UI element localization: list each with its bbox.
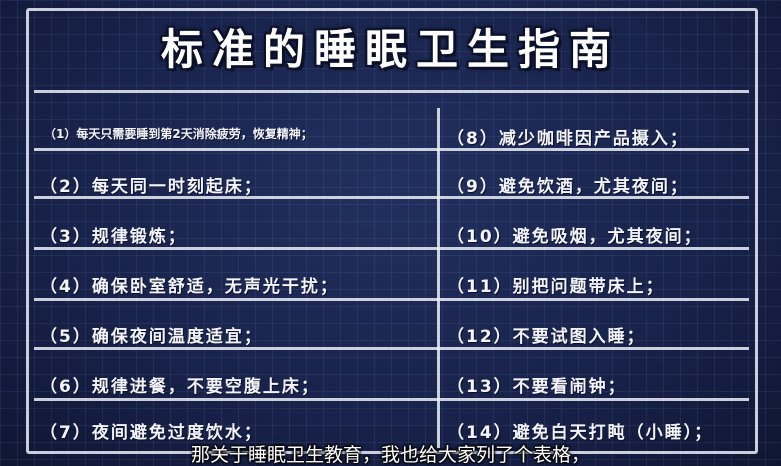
table-rule [34,398,749,401]
column-divider [437,108,440,448]
guideline-item: （6）规律进餐，不要空腹上床； [40,377,320,397]
blackboard-slide: 标准的睡眠卫生指南 （1）每天只需要睡到第2天消除疲劳，恢复精神； （2）每天同… [0,0,781,466]
guideline-item: （5）确保夜间温度适宜； [40,327,263,347]
guideline-item: （4）确保卧室舒适，无声光干扰； [40,277,339,297]
guideline-item: （3）规律锻炼； [40,227,187,247]
guideline-item: （11）别把问题带床上； [447,277,665,297]
table-rule [34,90,749,93]
guideline-item: （12）不要试图入睡； [447,327,646,347]
guideline-item: （2）每天同一时刻起床； [40,177,263,197]
video-subtitle: 那关于睡眠卫生教育，我也给大家列了个表格， [190,444,590,466]
guideline-item: （8）减少咖啡因产品摄入； [447,129,689,149]
guideline-item: （10）避免吸烟，尤其夜间； [447,227,703,247]
guideline-item: （1）每天只需要睡到第2天消除疲劳，恢复精神； [44,127,313,141]
table-rule [34,298,749,301]
table-rule [34,347,749,350]
table-rule [34,247,749,250]
guideline-item: （13）不要看闹钟； [447,377,627,397]
slide-title: 标准的睡眠卫生指南 [160,25,620,74]
guideline-item: （9）避免饮酒，尤其夜间； [447,177,689,197]
